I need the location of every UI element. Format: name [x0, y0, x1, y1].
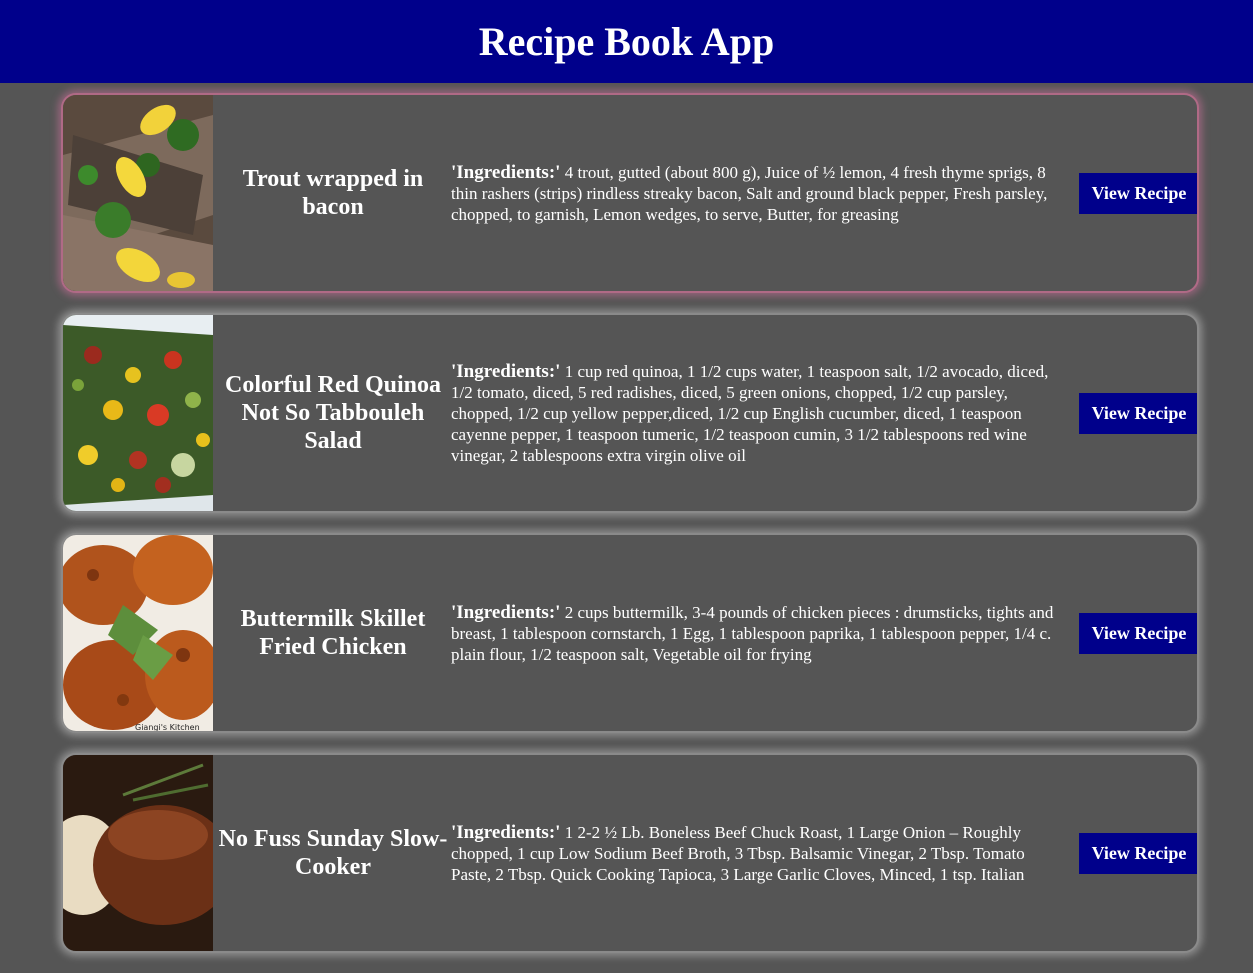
ingredients-label: 'Ingredients:' [451, 161, 561, 183]
image-watermark: Giangi's Kitchen [135, 723, 200, 732]
recipe-ingredients: 'Ingredients:' 4 trout, gutted (about 80… [451, 95, 1063, 291]
recipe-card: No Fuss Sunday Slow-Cooker 'Ingredients:… [61, 753, 1199, 953]
app-header: Recipe Book App [0, 0, 1253, 83]
view-recipe-button[interactable]: View Recipe [1079, 393, 1197, 434]
recipe-title: No Fuss Sunday Slow-Cooker [218, 826, 448, 880]
recipe-list: Trout wrapped in bacon 'Ingredients:' 4 … [61, 93, 1199, 973]
recipe-image-fried-chicken: Giangi's Kitchen [63, 535, 213, 732]
recipe-card: Giangi's Kitchen Buttermilk Skillet Frie… [61, 533, 1199, 733]
recipe-image-trout [63, 95, 213, 291]
recipe-ingredients: 'Ingredients:' 1 2-2 ½ Lb. Boneless Beef… [451, 755, 1063, 951]
recipe-ingredients: 'Ingredients:' 1 cup red quinoa, 1 1/2 c… [451, 315, 1063, 511]
view-recipe-button[interactable]: View Recipe [1079, 833, 1197, 874]
recipe-title: Trout wrapped in bacon [242, 166, 424, 220]
recipe-card: Colorful Red Quinoa Not So Tabbouleh Sal… [61, 313, 1199, 513]
recipe-title: Buttermilk Skillet Fried Chicken [240, 606, 426, 660]
recipe-image-beef-roast [63, 755, 213, 951]
recipe-image-quinoa-salad [63, 315, 213, 511]
view-recipe-button[interactable]: View Recipe [1079, 613, 1197, 654]
view-recipe-button[interactable]: View Recipe [1079, 173, 1197, 214]
ingredients-label: 'Ingredients:' [451, 821, 561, 843]
ingredients-label: 'Ingredients:' [451, 360, 561, 382]
recipe-ingredients: 'Ingredients:' 2 cups buttermilk, 3-4 po… [451, 535, 1063, 731]
recipe-title: Colorful Red Quinoa Not So Tabbouleh Sal… [224, 372, 442, 454]
ingredients-label: 'Ingredients:' [451, 601, 561, 623]
recipe-card: Trout wrapped in bacon 'Ingredients:' 4 … [61, 93, 1199, 293]
page-title: Recipe Book App [478, 18, 775, 64]
